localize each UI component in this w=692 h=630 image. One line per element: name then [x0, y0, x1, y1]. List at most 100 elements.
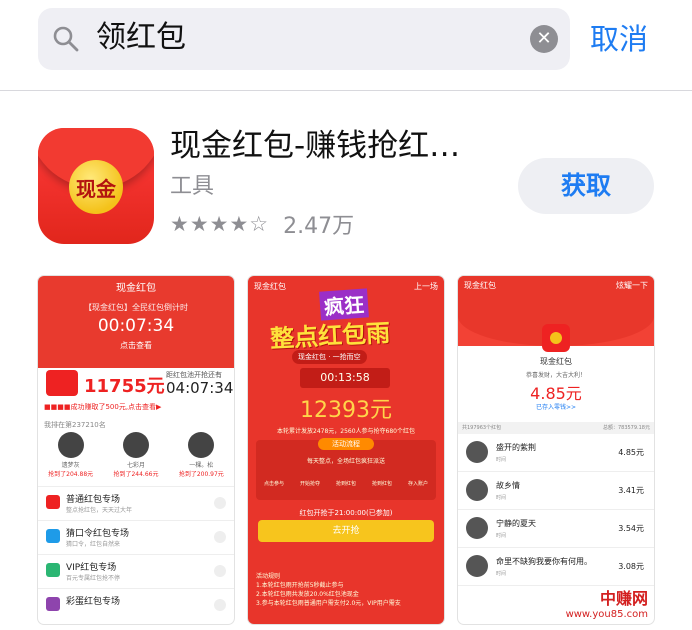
- list-item-desc: 猜口令，红包自然来: [66, 541, 121, 548]
- watermark: 中赚网 www.you85.com: [566, 585, 648, 620]
- list-item-title: 普通红包专场: [66, 495, 121, 505]
- row-amount: 3.08元: [618, 562, 644, 571]
- search-header: 领红包 ✕ 取消: [0, 0, 692, 88]
- s2-step: 点击参与: [264, 481, 285, 487]
- s1-rank: 我排在第237210名: [44, 421, 106, 429]
- s3-amount: 4.85元: [530, 384, 582, 403]
- list-item-title: 彩蛋红包专场: [66, 597, 121, 607]
- s1-notice: ■■■■成功赚取了500元,点击查看▶: [44, 403, 162, 411]
- screenshot-2[interactable]: 现金红包 上一场 疯狂 整点红包雨 现金红包 · 一抢而空 00:13:58 1…: [248, 276, 444, 624]
- avatar: [122, 432, 149, 458]
- s1-header: 现金红包 【现金红包】全民红包倒计时 00:07:34 点击查看: [38, 276, 234, 368]
- row-amount: 3.54元: [618, 524, 644, 533]
- s1-avatars: 遗梦灰 抢到了204.88元 七彩月 抢到了244.66元 一棵。松 抢到了200.9…: [38, 432, 234, 484]
- s2-step: 开始抢夺: [299, 481, 320, 487]
- s2-footer: 活动规则 1.本轮红包雨开抢前5秒截止参与 2.本轮红包雨共发放20.0%红包池…: [256, 573, 401, 607]
- s1-avatar-item: 七彩月抢到了244.66元: [110, 432, 162, 484]
- chevron-right-icon: [214, 531, 226, 543]
- get-button[interactable]: 获取: [518, 158, 654, 214]
- list-item-icon: [46, 597, 60, 611]
- app-icon[interactable]: 现金: [38, 128, 154, 244]
- list-item: 宁静的夏天 时间 3.54元: [458, 510, 654, 548]
- s3-saved: 已存入零钱>>: [535, 404, 577, 411]
- s2-rules-body: 每天整点，全场红包疯狂派送: [306, 458, 385, 465]
- list-item: 盛开的紫荆 时间 4.85元: [458, 434, 654, 472]
- divider: [0, 90, 692, 91]
- s1-subtitle: 【现金红包】全民红包倒计时: [84, 303, 188, 312]
- avatar-name: 遗梦灰: [61, 462, 80, 469]
- s1-timer: 00:07:34: [97, 316, 175, 336]
- s3-bar-left: 共197963个红包: [462, 425, 502, 431]
- s2-tags: 现金红包 · 一抢而空: [292, 350, 367, 364]
- list-item-desc: 百元专属红包抢不停: [66, 575, 121, 582]
- chevron-right-icon: [214, 497, 226, 509]
- s3-list: 盛开的紫荆 时间 4.85元 故乡情 时间 3.41元 宁静的夏天 时间 3.54元 命里不…: [458, 434, 654, 586]
- s2-desc: 本轮累计发放2478元，2560人参与抢夺680个红包: [277, 428, 415, 435]
- avatar-value: 抢到了244.66元: [113, 471, 159, 478]
- cancel-button[interactable]: 取消: [590, 20, 648, 58]
- s2-timer: 00:13:58: [300, 368, 390, 388]
- s1-banner: 11755元 距红包池开抢还有 04:07:34: [38, 368, 234, 398]
- list-item-icon: [46, 563, 60, 577]
- list-item-icon: [46, 529, 60, 543]
- row-time: 时间: [496, 457, 507, 463]
- s2-amount: 12393元: [300, 398, 392, 423]
- s1-nav-title: 现金红包: [116, 283, 156, 294]
- list-item: 故乡情时间 3.41元: [458, 472, 654, 510]
- s2-start: 红包开抢于21:00:00(已参加): [299, 509, 393, 517]
- rating-count: 2.47万: [283, 214, 355, 239]
- row-time: 时间: [496, 495, 507, 501]
- watermark-line1: 中赚网: [599, 589, 648, 608]
- search-icon: [53, 26, 79, 52]
- list-item: 普通红包专场 整点抢红包，天天过大年: [38, 486, 234, 520]
- s1-avatar-item: 一棵。松抢到了200.97元: [175, 432, 227, 484]
- s2-step: 存入账户: [407, 481, 428, 487]
- list-item-icon: [46, 495, 60, 509]
- row-name: 故乡情: [496, 481, 520, 490]
- s3-greet: 恭喜发财，大吉大利！: [525, 372, 586, 379]
- star-rating-icon: ★★★★☆: [170, 212, 270, 236]
- red-envelope-icon: [542, 324, 570, 352]
- s3-bar-right: 总额：783579.18元: [602, 425, 650, 431]
- s3-nav-back: 现金红包: [464, 281, 496, 290]
- list-item-title: 猜口令红包专场: [66, 529, 130, 539]
- rating: ★★★★☆ 2.47万: [170, 208, 354, 240]
- avatar-name: 一棵。松: [189, 462, 214, 469]
- s3-name: 现金红包: [540, 357, 572, 366]
- list-item: 命里不缺狗我要你有何用。 时间 3.08元: [458, 548, 654, 586]
- s3-head: 现金红包 炫耀一下 现金红包 恭喜发财，大吉大利！ 4.85元 已存入零钱>>: [458, 276, 654, 416]
- screenshot-1[interactable]: 现金红包 【现金红包】全民红包倒计时 00:07:34 点击查看 11755元 …: [38, 276, 234, 624]
- row-name: 命里不缺狗我要你有何用。: [496, 557, 592, 566]
- search-input[interactable]: 领红包: [96, 20, 186, 56]
- row-time: 时间: [496, 571, 507, 577]
- s2-rules: 活动流程 每天整点，全场红包疯狂派送 点击参与 开始抢夺 抢到红包 抢到红包 存…: [256, 438, 436, 500]
- search-field[interactable]: 领红包 ✕: [38, 8, 570, 70]
- chevron-right-icon: [214, 599, 226, 611]
- list-item: VIP红包专场 百元专属红包抢不停: [38, 554, 234, 588]
- red-envelope-icon: [46, 370, 78, 396]
- s3-bar: 共197963个红包 总额：783579.18元: [458, 422, 654, 434]
- avatar-name: 七彩月: [126, 462, 145, 469]
- s2-step: 抢到红包: [371, 481, 392, 487]
- clear-icon[interactable]: ✕: [530, 25, 558, 53]
- app-title[interactable]: 现金红包-赚钱抢红…: [170, 126, 460, 166]
- s2-nav-back: 现金红包: [254, 282, 286, 291]
- avatar: [466, 555, 488, 577]
- row-amount: 3.41元: [618, 486, 644, 495]
- list-item: 猜口令红包专场 猜口令，红包自然来: [38, 520, 234, 554]
- app-category: 工具: [170, 174, 215, 199]
- s1-link: 点击查看: [120, 341, 152, 350]
- avatar: [188, 432, 215, 458]
- s1-right-timer: 04:07:34: [166, 379, 234, 397]
- row-name: 宁静的夏天: [496, 519, 536, 528]
- list-item: 彩蛋红包专场: [38, 588, 234, 622]
- app-icon-seal: 现金: [69, 160, 123, 214]
- avatar: [57, 432, 84, 458]
- s2-step: 抢到红包: [335, 481, 356, 487]
- avatar: [466, 479, 488, 501]
- watermark-line2: www.you85.com: [565, 609, 648, 620]
- avatar-value: 抢到了200.97元: [178, 471, 224, 478]
- screenshot-3[interactable]: 现金红包 炫耀一下 现金红包 恭喜发财，大吉大利！ 4.85元 已存入零钱>> …: [458, 276, 654, 624]
- s2-nav-right: 上一场: [414, 282, 438, 291]
- s1-list: 普通红包专场 整点抢红包，天天过大年 猜口令红包专场 猜口令，红包自然来 VIP红包…: [38, 486, 234, 622]
